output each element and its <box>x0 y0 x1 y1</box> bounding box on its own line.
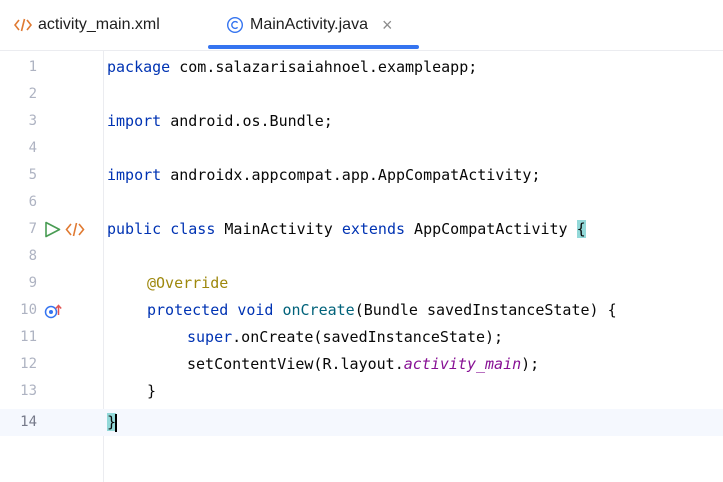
code-line: 3 import android.os.Bundle; <box>0 108 723 135</box>
java-class-icon <box>226 16 244 34</box>
code-text: @Override <box>147 274 229 292</box>
code-line: 12 setContentView(R.layout.activity_main… <box>0 351 723 378</box>
code-line: 1 package com.salazarisaiahnoel.examplea… <box>0 54 723 81</box>
code-line-current: 14 } <box>0 409 723 436</box>
code-line: 7 public class MainActivity extends AppC… <box>0 216 723 243</box>
line-number: 5 <box>28 167 37 183</box>
text-caret <box>115 413 118 432</box>
line-number: 10 <box>20 302 37 318</box>
line-number: 13 <box>20 383 37 399</box>
override-method-icon[interactable] <box>44 303 64 319</box>
code-text: import androidx.appcompat.app.AppCompatA… <box>107 166 541 184</box>
active-tab-indicator <box>208 45 419 49</box>
code-line: 11 super.onCreate(savedInstanceState); <box>0 324 723 351</box>
code-editor[interactable]: 1 package com.salazarisaiahnoel.examplea… <box>0 51 723 482</box>
tab-mainactivity-java[interactable]: MainActivity.java × <box>226 0 392 50</box>
tab-activity-main-xml[interactable]: activity_main.xml <box>14 0 160 50</box>
code-text: package com.salazarisaiahnoel.exampleapp… <box>107 58 478 76</box>
code-line: 8 <box>0 243 723 270</box>
code-text: public class MainActivity extends AppCom… <box>107 220 586 238</box>
code-line: 4 <box>0 135 723 162</box>
line-number: 3 <box>28 113 37 129</box>
code-text: setContentView(R.layout.activity_main); <box>187 355 540 373</box>
code-line: 10 protected void onCreate(Bundle savedI… <box>0 297 723 324</box>
run-icon[interactable] <box>44 221 62 238</box>
code-line: 2 <box>0 81 723 108</box>
xml-layout-icon[interactable] <box>65 222 85 237</box>
tab-label: activity_main.xml <box>38 16 160 33</box>
editor-tab-bar: activity_main.xml MainActivity.java × <box>0 0 723 51</box>
line-number: 4 <box>28 140 37 156</box>
line-number: 14 <box>20 414 37 430</box>
code-line: 5 import androidx.appcompat.app.AppCompa… <box>0 162 723 189</box>
xml-icon <box>14 18 32 32</box>
line-number: 11 <box>20 329 37 345</box>
line-number: 1 <box>28 59 37 75</box>
line-number: 7 <box>28 221 37 237</box>
code-line: 6 <box>0 189 723 216</box>
code-line: 9 @Override <box>0 270 723 297</box>
close-tab-icon[interactable]: × <box>382 15 393 36</box>
matched-brace: { <box>576 220 586 238</box>
line-number: 12 <box>20 356 37 372</box>
tab-label: MainActivity.java <box>250 16 368 33</box>
line-number: 8 <box>28 248 37 264</box>
line-number: 2 <box>28 86 37 102</box>
code-line: 13 } <box>0 378 723 405</box>
code-text: import android.os.Bundle; <box>107 112 333 130</box>
code-text: } <box>107 409 118 436</box>
code-text: super.onCreate(savedInstanceState); <box>187 328 504 346</box>
code-text: protected void onCreate(Bundle savedInst… <box>147 301 617 319</box>
line-number: 6 <box>28 194 37 210</box>
code-text: } <box>147 382 157 400</box>
line-number: 9 <box>28 275 37 291</box>
